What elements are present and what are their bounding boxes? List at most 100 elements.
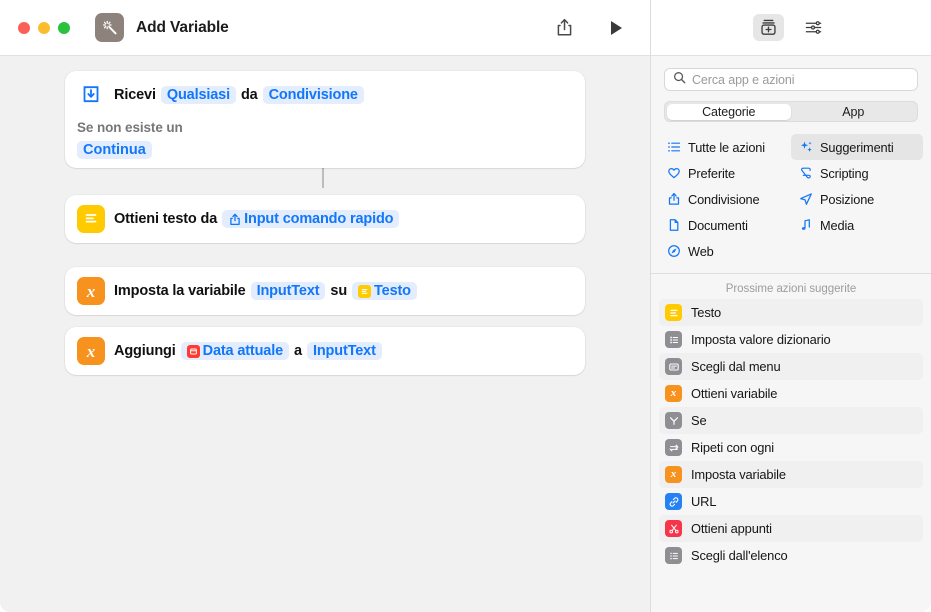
sidebar-item-condivisione[interactable]: Condivisione — [659, 186, 791, 212]
sidebar-item-label: Media — [820, 217, 855, 233]
search-input[interactable]: Cerca app e azioni — [664, 68, 918, 91]
close-button[interactable] — [18, 21, 30, 34]
list-item[interactable]: Ripeti con ogni — [659, 434, 923, 461]
action-word: da — [240, 87, 258, 103]
search-placeholder: Cerca app e azioni — [692, 72, 795, 87]
token-label: InputText — [312, 343, 376, 359]
list-item[interactable]: Se — [659, 407, 923, 434]
list-item[interactable]: x Imposta variabile — [659, 461, 923, 488]
sidebar-item-documenti[interactable]: Documenti — [659, 212, 791, 238]
document-icon — [666, 218, 681, 233]
parameter-token-variable-name[interactable]: InputText — [250, 282, 326, 300]
dictionary-icon — [665, 331, 682, 348]
variable-x-glyph: x — [86, 281, 96, 301]
variable-x-glyph: x — [670, 468, 677, 480]
condition-label: Se non esiste un — [77, 120, 183, 135]
sidebar-item-web[interactable]: Web — [659, 238, 791, 264]
parameter-token-fallback[interactable]: Continua — [77, 141, 152, 159]
zoom-button[interactable] — [58, 21, 70, 34]
sidebar-item-label: Scripting — [820, 165, 869, 181]
share-button[interactable] — [552, 16, 576, 40]
token-label: Continua — [83, 142, 146, 158]
list-item-label: Imposta valore dizionario — [691, 332, 831, 347]
action-card-get-text[interactable]: Ottieni testo da Input comando rapido — [65, 195, 585, 243]
sidebar-item-media[interactable]: Media — [791, 212, 923, 238]
text-lines-mini-icon — [358, 284, 372, 298]
list-item-label: Ripeti con ogni — [691, 440, 775, 455]
minimize-button[interactable] — [38, 21, 50, 34]
action-title: Ricevi Qualsiasi da Condivisione — [114, 86, 369, 104]
sidebar-item-posizione[interactable]: Posizione — [791, 186, 923, 212]
token-label: Qualsiasi — [166, 87, 230, 103]
parameter-token-target-variable[interactable]: InputText — [306, 342, 382, 360]
branch-icon — [665, 412, 682, 429]
share-up-icon — [228, 213, 241, 226]
parameter-token-current-date[interactable]: Data attuale — [180, 342, 290, 360]
parameter-token-input-type[interactable]: Qualsiasi — [160, 86, 236, 104]
parameter-token-variable-value[interactable]: Testo — [352, 282, 417, 300]
sidebar-item-scripting[interactable]: Scripting — [791, 160, 923, 186]
tab-app[interactable]: App — [791, 104, 916, 120]
list-item[interactable]: x Ottieni variabile — [659, 380, 923, 407]
sidebar-item-tutte-le-azioni[interactable]: Tutte le azioni — [659, 134, 791, 160]
list-bullet-icon — [666, 140, 681, 155]
sidebar-item-preferite[interactable]: Preferite — [659, 160, 791, 186]
parameter-token-source[interactable]: Condivisione — [262, 86, 364, 104]
list-item[interactable]: Testo — [659, 299, 923, 326]
action-header-row: x Aggiungi Data attuale a InputText — [77, 336, 573, 366]
titlebar-actions — [552, 16, 628, 40]
action-word: a — [294, 343, 302, 359]
text-lines-icon — [665, 304, 682, 321]
variable-x-glyph: x — [86, 341, 96, 361]
link-icon — [665, 493, 682, 510]
window-titlebar: Add Variable — [0, 0, 650, 56]
list-item-label: Ottieni appunti — [691, 521, 772, 536]
sidebar-item-suggerimenti[interactable]: Suggerimenti — [791, 134, 923, 160]
scissors-icon — [665, 520, 682, 537]
tab-categorie[interactable]: Categorie — [666, 103, 791, 120]
sidebar-item-label: Condivisione — [688, 191, 760, 207]
run-button[interactable] — [604, 16, 628, 40]
action-header-row: x Imposta la variabile InputText su Test… — [77, 276, 573, 306]
token-label: InputText — [256, 283, 320, 299]
action-word: Ricevi — [114, 87, 156, 103]
variable-x-icon: x — [77, 337, 105, 365]
calendar-mini-icon — [186, 344, 200, 358]
traffic-light-group — [18, 21, 70, 34]
action-card-list: Ricevi Qualsiasi da Condivisione Se non … — [0, 56, 650, 375]
shortcut-details-button[interactable] — [798, 14, 829, 41]
action-header-row: Ricevi Qualsiasi da Condivisione — [77, 80, 573, 110]
category-panel: Tutte le azioni Suggerimenti Preferite S… — [651, 134, 931, 274]
library-scope-segmented-control[interactable]: Categorie App — [664, 101, 918, 122]
paper-plane-icon — [798, 192, 813, 207]
list-item-label: URL — [691, 494, 717, 509]
sidebar-item-label: Suggerimenti — [820, 139, 894, 155]
action-title: Ottieni testo da Input comando rapido — [114, 210, 404, 228]
action-card-add-to-variable[interactable]: x Aggiungi Data attuale a InputText — [65, 327, 585, 375]
page-title: Add Variable — [136, 18, 229, 36]
list-item[interactable]: Scegli dal menu — [659, 353, 923, 380]
shortcuts-window: Add Variable Ricevi Qualsiasi da Condivi… — [0, 0, 931, 612]
list-item-label: Ottieni variabile — [691, 386, 778, 401]
sidebar-item-label: Web — [688, 243, 714, 259]
list-icon — [665, 547, 682, 564]
sidebar-toolbar — [651, 0, 931, 56]
search-area: Cerca app e azioni — [651, 56, 931, 91]
action-card-receive-input[interactable]: Ricevi Qualsiasi da Condivisione Se non … — [65, 71, 585, 168]
action-word: su — [330, 283, 348, 299]
scroll-icon — [798, 166, 813, 181]
workflow-canvas[interactable]: Ricevi Qualsiasi da Condivisione Se non … — [0, 56, 650, 612]
list-item[interactable]: Scegli dall'elenco — [659, 542, 923, 569]
list-item[interactable]: Ottieni appunti — [659, 515, 923, 542]
sidebar-scrollbar[interactable] — [926, 305, 929, 495]
list-item[interactable]: URL — [659, 488, 923, 515]
share-up-icon — [666, 192, 681, 207]
action-library-button[interactable] — [753, 14, 784, 41]
receive-icon — [77, 81, 105, 109]
list-item[interactable]: Imposta valore dizionario — [659, 326, 923, 353]
action-title: Aggiungi Data attuale a InputText — [114, 342, 387, 360]
category-grid: Tutte le azioni Suggerimenti Preferite S… — [659, 134, 923, 264]
action-card-set-variable[interactable]: x Imposta la variabile InputText su Test… — [65, 267, 585, 315]
token-label: Condivisione — [268, 87, 358, 103]
parameter-token-quick-action-input[interactable]: Input comando rapido — [222, 210, 400, 228]
